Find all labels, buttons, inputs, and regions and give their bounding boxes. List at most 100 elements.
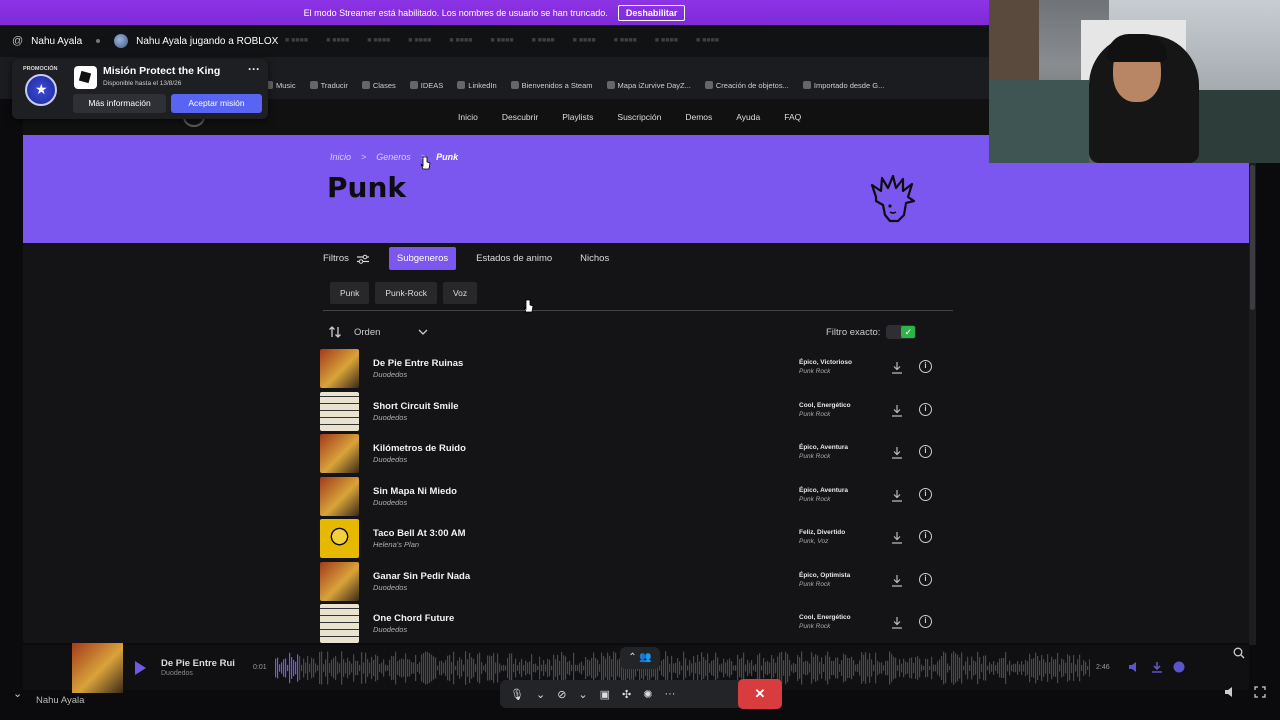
- track-row[interactable]: Taco Bell At 3:00 AM Helena's Plan Feliz, …: [320, 518, 960, 561]
- bookmark-item[interactable]: Bienvenidos a Steam: [510, 81, 593, 90]
- bookmark-item[interactable]: Creación de objetos...: [704, 81, 789, 90]
- download-icon[interactable]: [891, 404, 903, 417]
- waveform-bar: [1009, 660, 1011, 676]
- bookmark-item[interactable]: Music: [265, 81, 296, 90]
- download-icon[interactable]: [1151, 661, 1163, 673]
- mic-options-chevron-icon[interactable]: ⌄: [536, 688, 545, 701]
- track-artist[interactable]: Duodedos: [373, 498, 407, 507]
- bookmark-item[interactable]: Clases: [361, 81, 396, 90]
- track-row[interactable]: Sin Mapa Ni Miedo Duodedos Épico, Aventura…: [320, 476, 960, 519]
- scrollbar-thumb[interactable]: [1250, 165, 1255, 310]
- track-row[interactable]: Kilómetros de Ruido Duodedos Épico, Aventu…: [320, 433, 960, 476]
- bookmark-item[interactable]: Mapa iZurvive DayZ...: [606, 81, 691, 90]
- track-artist[interactable]: Helena's Plan: [373, 540, 419, 549]
- tab-subgenres[interactable]: Subgeneros: [388, 247, 457, 270]
- track-row[interactable]: Ganar Sin Pedir Nada Duodedos Épico, Optim…: [320, 561, 960, 604]
- track-title[interactable]: Taco Bell At 3:00 AM: [373, 528, 466, 539]
- download-icon[interactable]: [891, 574, 903, 587]
- track-cover-art[interactable]: [320, 561, 359, 601]
- tab-moods[interactable]: Estados de animo: [468, 247, 560, 270]
- download-icon[interactable]: [891, 446, 903, 459]
- track-title[interactable]: Ganar Sin Pedir Nada: [373, 571, 470, 582]
- microphone-icon[interactable]: 🎙: [510, 688, 524, 701]
- track-title[interactable]: De Pie Entre Ruinas: [373, 358, 463, 369]
- collapse-chevron-icon[interactable]: ⌄: [13, 687, 22, 700]
- chip-voz[interactable]: Voz: [442, 282, 478, 304]
- nav-item-ayuda[interactable]: Ayuda: [736, 112, 760, 122]
- track-artist[interactable]: Duodedos: [373, 370, 407, 379]
- bookmark-favicon-icon: [309, 81, 318, 89]
- bookmark-item[interactable]: LinkedIn: [457, 81, 497, 90]
- track-cover-art[interactable]: [320, 434, 359, 473]
- track-cover-art[interactable]: [320, 519, 359, 558]
- activities-icon[interactable]: ✣: [622, 688, 631, 701]
- track-cover-art[interactable]: [320, 349, 359, 388]
- filters-toggle[interactable]: Filtros: [323, 253, 369, 264]
- tab-niches[interactable]: Nichos: [572, 247, 617, 270]
- camera-off-icon[interactable]: ⊘: [557, 688, 566, 701]
- bookmark-item[interactable]: IDEAS: [409, 81, 443, 90]
- track-row[interactable]: One Chord Future Duodedos Cool, Energético…: [320, 603, 960, 646]
- activity-text[interactable]: Nahu Ayala jugando a ROBLOX: [136, 36, 278, 47]
- expand-participants-button[interactable]: ⌃ 👥: [620, 647, 660, 669]
- track-title[interactable]: Short Circuit Smile: [373, 401, 459, 412]
- bookmark-item[interactable]: Importado desde G...: [802, 81, 884, 90]
- chip-punk-rock[interactable]: Punk-Rock: [375, 282, 437, 304]
- bookmark-item[interactable]: Traducir: [309, 81, 348, 90]
- disconnect-button[interactable]: ✕: [738, 679, 782, 709]
- download-icon[interactable]: [891, 489, 903, 502]
- zoom-icon[interactable]: [1233, 647, 1245, 659]
- waveform-bar: [747, 659, 749, 677]
- roblox-logo-icon: [74, 66, 97, 89]
- volume-icon[interactable]: [1128, 661, 1140, 673]
- nav-item-faq[interactable]: FAQ: [784, 112, 801, 122]
- track-title[interactable]: One Chord Future: [373, 613, 454, 624]
- download-icon[interactable]: [891, 531, 903, 544]
- download-icon[interactable]: [891, 616, 903, 629]
- track-cover-art[interactable]: [320, 604, 359, 643]
- waveform-bar: [501, 665, 503, 671]
- nav-item-inicio[interactable]: Inicio: [458, 112, 478, 122]
- play-icon[interactable]: [135, 661, 146, 675]
- info-icon[interactable]: i: [919, 530, 932, 543]
- track-title[interactable]: Sin Mapa Ni Miedo: [373, 486, 457, 497]
- info-icon[interactable]: i: [919, 360, 932, 373]
- info-icon[interactable]: i: [919, 402, 932, 416]
- page-scrollbar[interactable]: [1249, 135, 1256, 645]
- more-options-icon[interactable]: ···: [664, 688, 675, 700]
- track-artist[interactable]: Duodedos: [373, 625, 407, 634]
- info-icon[interactable]: i: [919, 615, 932, 628]
- fullscreen-icon[interactable]: [1254, 686, 1266, 698]
- exact-filter-toggle[interactable]: ✓: [886, 325, 917, 339]
- more-info-button[interactable]: Más información: [73, 94, 166, 113]
- nav-item-playlists[interactable]: Playlists: [562, 112, 593, 122]
- breadcrumb-genres[interactable]: Generos: [376, 152, 411, 162]
- info-icon[interactable]: i: [919, 572, 932, 586]
- camera-options-chevron-icon[interactable]: ⌄: [578, 688, 587, 701]
- track-artist[interactable]: Duodedos: [373, 583, 407, 592]
- download-icon[interactable]: [891, 361, 903, 374]
- track-title[interactable]: Kilómetros de Ruido: [373, 443, 466, 454]
- info-icon[interactable]: i: [919, 445, 932, 458]
- track-artist[interactable]: Duodedos: [373, 413, 407, 422]
- speaker-icon[interactable]: [1224, 686, 1236, 698]
- track-cover-art[interactable]: [320, 391, 359, 431]
- more-options-icon[interactable]: ···: [248, 62, 260, 76]
- disable-streamer-button[interactable]: Deshabilitar: [617, 4, 686, 21]
- chip-punk[interactable]: Punk: [330, 282, 370, 304]
- track-artist[interactable]: Duodedos: [373, 455, 407, 464]
- bookmark-label: LinkedIn: [468, 81, 497, 90]
- info-icon[interactable]: i: [919, 487, 932, 501]
- track-cover-art[interactable]: [320, 476, 359, 516]
- info-icon[interactable]: [1173, 661, 1185, 673]
- soundboard-icon[interactable]: ✺: [643, 688, 652, 701]
- nav-item-demos[interactable]: Demos: [685, 112, 712, 122]
- accept-quest-button[interactable]: Aceptar misión: [171, 94, 262, 113]
- track-row[interactable]: Short Circuit Smile Duodedos Cool, Energét…: [320, 391, 960, 434]
- header-username[interactable]: Nahu Ayala: [31, 36, 82, 47]
- nav-item-suscripción[interactable]: Suscripción: [617, 112, 661, 122]
- track-row[interactable]: De Pie Entre Ruinas Duodedos Épico, Victor…: [320, 348, 960, 391]
- screen-share-icon[interactable]: ▣: [600, 688, 610, 701]
- breadcrumb-home[interactable]: Inicio: [330, 152, 351, 162]
- nav-item-descubrir[interactable]: Descubrir: [502, 112, 538, 122]
